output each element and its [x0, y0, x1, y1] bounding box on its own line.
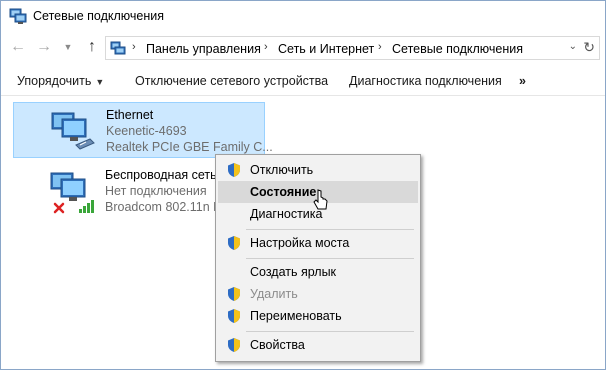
back-arrow-icon[interactable]: ← [9, 38, 27, 56]
address-bar[interactable]: › Панель управления › Сеть и Интернет › … [105, 36, 600, 60]
shield-icon [228, 163, 240, 177]
navigation-bar: ← → ▼ ↑ › Панель управления › Сеть и Инт… [1, 34, 605, 62]
menu-item-label: Переименовать [250, 309, 342, 323]
connection-status: Нет подключения [105, 184, 207, 198]
command-bar: Упорядочить ▼ Отключение сетевого устройс… [1, 66, 605, 96]
mouse-cursor-icon [313, 189, 328, 210]
connection-status: Keenetic-4693 [106, 124, 187, 138]
more-commands-button[interactable]: » [519, 74, 526, 88]
menu-item-rename[interactable]: Переименовать [218, 305, 418, 327]
organize-label: Упорядочить [17, 74, 92, 88]
menu-item-delete[interactable]: Удалить [218, 283, 418, 305]
breadcrumb-separator-icon[interactable]: › [264, 41, 268, 53]
shield-icon [228, 236, 240, 250]
network-connections-icon [9, 8, 27, 24]
context-menu: Отключить Состояние Диагностика Настройк… [215, 154, 421, 362]
breadcrumb-network-internet[interactable]: Сеть и Интернет [278, 42, 374, 56]
title-bar: Сетевые подключения [1, 1, 605, 31]
window-title: Сетевые подключения [33, 9, 165, 23]
address-history-chevron-icon[interactable]: ⌄ [569, 41, 577, 52]
shield-icon [228, 338, 240, 352]
menu-item-label: Удалить [250, 287, 298, 301]
menu-item-bridge[interactable]: Настройка моста [218, 232, 418, 254]
menu-item-disable[interactable]: Отключить [218, 159, 418, 181]
network-connections-window: Сетевые подключения ← → ▼ ↑ › Панель упр… [0, 0, 606, 370]
menu-separator [246, 331, 414, 332]
connection-adapter: Broadcom 802.11n N [105, 200, 223, 214]
shield-icon [228, 287, 240, 301]
menu-separator [246, 229, 414, 230]
control-panel-icon [110, 41, 126, 55]
chevron-down-icon: ▼ [95, 77, 105, 87]
menu-item-create-shortcut[interactable]: Создать ярлык [218, 261, 418, 283]
connection-adapter: Realtek PCIe GBE Family C... [106, 140, 273, 154]
connection-item-ethernet[interactable]: Ethernet Keenetic-4693 Realtek PCIe GBE … [13, 102, 273, 158]
connection-name: Беспроводная сеть [105, 168, 217, 182]
refresh-icon[interactable]: ↻ [583, 39, 595, 56]
recent-locations-chevron-icon[interactable]: ▼ [59, 38, 77, 56]
organize-button[interactable]: Упорядочить ▼ [17, 74, 104, 88]
shield-icon [228, 309, 240, 323]
breadcrumb-separator-icon[interactable]: › [378, 41, 382, 53]
menu-item-properties[interactable]: Свойства [218, 334, 418, 356]
up-arrow-icon[interactable]: ↑ [83, 38, 101, 56]
forward-arrow-icon[interactable]: → [35, 38, 53, 56]
breadcrumb-separator-icon[interactable]: › [132, 41, 136, 53]
breadcrumb-control-panel[interactable]: Панель управления [146, 42, 261, 56]
disconnected-x-icon [53, 202, 65, 214]
menu-item-label: Диагностика [250, 207, 323, 221]
menu-item-label: Создать ярлык [250, 265, 337, 279]
menu-item-label: Отключить [250, 163, 314, 177]
breadcrumb-network-connections[interactable]: Сетевые подключения [392, 42, 523, 56]
menu-item-label: Состояние [250, 185, 317, 199]
disable-device-button[interactable]: Отключение сетевого устройства [135, 74, 328, 88]
menu-separator [246, 258, 414, 259]
menu-item-label: Свойства [250, 338, 305, 352]
menu-item-label: Настройка моста [250, 236, 350, 250]
connection-name: Ethernet [106, 108, 154, 122]
ethernet-adapter-icon [51, 112, 95, 150]
diagnose-connection-button[interactable]: Диагностика подключения [349, 74, 502, 88]
